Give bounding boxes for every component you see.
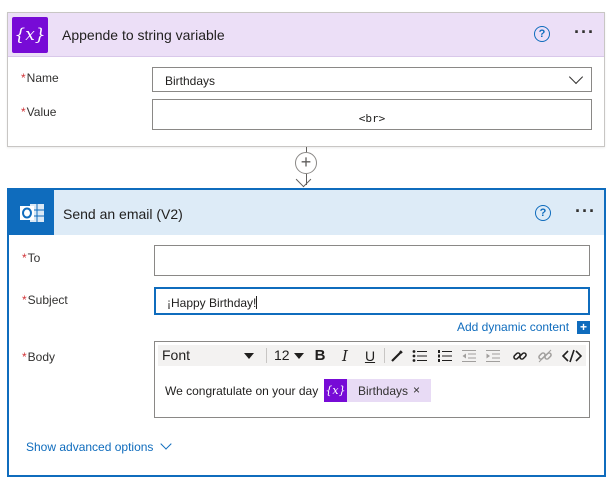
dynamic-content-token[interactable]: {x} Birthdays × bbox=[324, 379, 431, 402]
add-dynamic-content-link[interactable]: Add dynamic content bbox=[457, 320, 569, 334]
numbered-list-icon[interactable] bbox=[435, 345, 455, 366]
body-text: We congratulate on your day bbox=[165, 384, 319, 398]
append-card-title: Appende to string variable bbox=[62, 27, 225, 43]
body-label: *Body bbox=[22, 350, 56, 364]
toolbar-separator bbox=[266, 348, 267, 363]
subject-input[interactable]: ¡Happy Birthday! bbox=[154, 287, 590, 315]
name-select-value: Birthdays bbox=[165, 74, 216, 88]
append-card-header[interactable]: {x} Appende to string variable ? ··· bbox=[8, 13, 604, 57]
chevron-down-icon[interactable] bbox=[160, 438, 172, 450]
chevron-down-icon bbox=[568, 69, 584, 85]
ellipsis-icon[interactable]: ··· bbox=[574, 23, 595, 41]
value-input-text: <br> bbox=[358, 112, 386, 125]
variable-icon: {x} bbox=[12, 17, 48, 53]
show-advanced-options-link[interactable]: Show advanced options bbox=[26, 440, 153, 454]
decrease-indent-icon[interactable] bbox=[459, 345, 479, 366]
outlook-icon bbox=[9, 190, 54, 235]
email-card-title: Send an email (V2) bbox=[63, 206, 183, 222]
text-cursor bbox=[256, 296, 258, 309]
rich-text-toolbar: Font 12 B I U bbox=[158, 345, 586, 366]
font-size-dropdown-icon bbox=[294, 353, 304, 359]
unlink-icon[interactable] bbox=[535, 345, 555, 366]
code-view-icon[interactable] bbox=[560, 345, 584, 366]
name-select[interactable]: Birthdays bbox=[152, 67, 592, 92]
ellipsis-icon[interactable]: ··· bbox=[575, 202, 596, 220]
value-input[interactable]: <br> bbox=[152, 99, 592, 130]
append-variable-card: {x} Appende to string variable ? ··· *Na… bbox=[7, 12, 605, 147]
token-label: Birthdays bbox=[358, 384, 409, 398]
value-label: *Value bbox=[21, 105, 57, 119]
bulleted-list-icon[interactable] bbox=[410, 345, 430, 366]
bold-button[interactable]: B bbox=[311, 345, 329, 366]
font-dropdown-icon bbox=[244, 353, 254, 359]
increase-indent-icon[interactable] bbox=[483, 345, 503, 366]
italic-button[interactable]: I bbox=[336, 345, 354, 366]
insert-step-button[interactable]: + bbox=[295, 152, 317, 174]
subject-input-text: ¡Happy Birthday! bbox=[167, 296, 258, 310]
to-input[interactable] bbox=[154, 245, 590, 276]
name-label: *Name bbox=[21, 71, 59, 85]
arrow-down-icon bbox=[295, 171, 312, 188]
font-color-icon[interactable] bbox=[388, 345, 406, 366]
send-email-card: Send an email (V2) ? ··· *To *Subject ¡H… bbox=[7, 188, 606, 477]
question-circle-icon[interactable]: ? bbox=[534, 26, 550, 42]
email-card-header[interactable]: Send an email (V2) ? ··· bbox=[9, 190, 604, 235]
font-size-value: 12 bbox=[274, 347, 290, 363]
font-select-value: Font bbox=[162, 347, 191, 363]
body-editor[interactable]: Font 12 B I U We congratulate on your da… bbox=[154, 341, 590, 418]
add-dynamic-content-icon[interactable]: + bbox=[577, 321, 590, 334]
question-circle-icon[interactable]: ? bbox=[535, 205, 551, 221]
link-icon[interactable] bbox=[510, 345, 530, 366]
toolbar-separator bbox=[384, 348, 385, 363]
close-icon[interactable]: × bbox=[413, 383, 420, 397]
to-label: *To bbox=[22, 251, 41, 265]
variable-icon: {x} bbox=[324, 379, 347, 402]
subject-label: *Subject bbox=[22, 293, 68, 307]
font-size-select[interactable]: 12 bbox=[274, 347, 310, 365]
underline-button[interactable]: U bbox=[361, 345, 379, 366]
